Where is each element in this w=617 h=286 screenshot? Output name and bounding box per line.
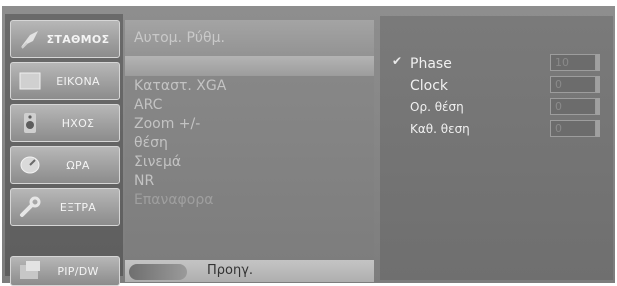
menu-item-selected[interactable]: Αυτομ. Ρύθμ. <box>125 20 374 56</box>
tab-label: ΗΧΟΣ <box>61 116 95 130</box>
adjust-row-vposition[interactable]: Καθ. θεση 0 <box>380 120 613 140</box>
menu-item-label: Αυτομ. Ρύθμ. <box>134 30 225 46</box>
adjust-row-hposition[interactable]: Ορ. θέση 0 <box>380 98 613 118</box>
menu-footer: Προηγ. <box>125 260 374 282</box>
adjust-value[interactable]: 0 <box>550 76 596 93</box>
menu-item[interactable]: Σινεμά <box>134 153 226 172</box>
adjustment-panel: ✔ Phase 10 Clock 0 Ορ. θέση 0 Καθ. θεση … <box>380 16 613 280</box>
menu-item-list: Καταστ. XGA ARC Zoom +/- θέση Σινεμά NR … <box>134 77 226 210</box>
tab-label: ΩΡΑ <box>66 158 90 172</box>
menu-item[interactable]: Επαναφορα <box>134 191 226 210</box>
tab-label: ΕΞΤΡΑ <box>59 200 97 214</box>
pip-icon <box>17 258 43 284</box>
check-icon: ✔ <box>392 54 403 68</box>
menu-item[interactable]: Zoom +/- <box>134 115 226 134</box>
adjust-label: Clock <box>410 78 449 94</box>
picture-icon <box>17 68 43 94</box>
value-box-edge <box>596 54 600 71</box>
value-box-edge <box>596 76 600 93</box>
adjust-label: Καθ. θεση <box>410 122 470 136</box>
tab-pip[interactable]: PIP/DW <box>10 256 120 286</box>
value-box-edge <box>596 120 600 137</box>
satellite-dish-icon <box>17 26 43 52</box>
tab-label: PIP/DW <box>57 264 99 278</box>
tab-time[interactable]: ΩΡΑ <box>10 146 120 184</box>
tab-sound[interactable]: ΗΧΟΣ <box>10 104 120 142</box>
menu-item[interactable]: NR <box>134 172 226 191</box>
clock-icon <box>17 152 43 178</box>
value-box-edge <box>596 98 600 115</box>
menu-tab-column: ΣΤΑΘΜΟΣ ΕΙΚΟΝΑ ΗΧΟΣ ΩΡΑ ΕΞΤΡΑ PIP/DW <box>5 14 123 286</box>
menu-item[interactable]: θέση <box>134 134 226 153</box>
submenu-panel: Αυτομ. Ρύθμ. Καταστ. XGA ARC Zoom +/- θέ… <box>125 20 374 282</box>
tab-station[interactable]: ΣΤΑΘΜΟΣ <box>10 20 120 58</box>
tab-picture[interactable]: ΕΙΚΟΝΑ <box>10 62 120 100</box>
prev-button-icon <box>129 264 187 280</box>
selection-highlight <box>125 56 374 76</box>
osd-screen: ΣΤΑΘΜΟΣ ΕΙΚΟΝΑ ΗΧΟΣ ΩΡΑ ΕΞΤΡΑ PIP/DW Αυτ… <box>2 6 615 286</box>
adjust-label: Ορ. θέση <box>410 100 464 114</box>
adjust-value[interactable]: 0 <box>550 120 596 137</box>
prev-button[interactable]: Προηγ. <box>207 263 253 278</box>
menu-item[interactable]: ARC <box>134 96 226 115</box>
adjust-value[interactable]: 10 <box>550 54 596 71</box>
speaker-icon <box>17 110 43 136</box>
tab-extra[interactable]: ΕΞΤΡΑ <box>10 188 120 226</box>
adjust-label: Phase <box>410 56 452 72</box>
tab-label: ΣΤΑΘΜΟΣ <box>46 32 110 46</box>
adjust-row-clock[interactable]: Clock 0 <box>380 76 613 96</box>
adjust-row-phase[interactable]: ✔ Phase 10 <box>380 54 613 74</box>
wrench-icon <box>17 194 43 220</box>
adjust-value[interactable]: 0 <box>550 98 596 115</box>
tab-label: ΕΙΚΟΝΑ <box>56 74 100 88</box>
menu-item[interactable]: Καταστ. XGA <box>134 77 226 96</box>
